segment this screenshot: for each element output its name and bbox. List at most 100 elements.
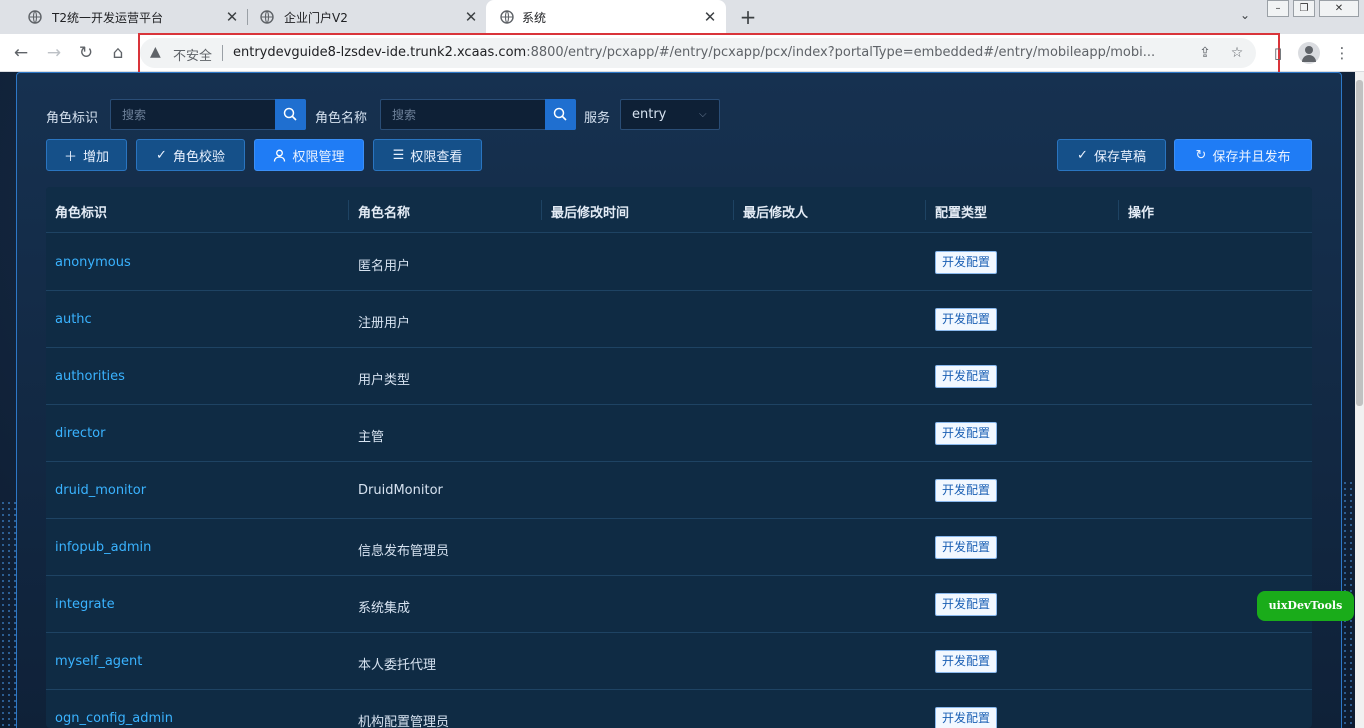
column-header[interactable]: 角色标识	[55, 202, 107, 221]
role-name-cell: 本人委托代理	[358, 658, 437, 673]
devtools-button[interactable]: uixDevTools	[1257, 591, 1354, 621]
table-row[interactable]: authc 注册用户 开发配置	[46, 291, 1312, 348]
url-text[interactable]: entrydevguide8-lzsdev-ide.trunk2.xcaas.c…	[233, 45, 1185, 60]
browser-tab-active[interactable]: 系统 ✕	[486, 0, 726, 34]
save-publish-label: 保存并且发布	[1212, 149, 1291, 165]
table-row[interactable]: druid_monitor DruidMonitor 开发配置	[46, 462, 1312, 519]
config-type-tag: 开发配置	[935, 308, 998, 331]
table-row[interactable]: director 主管 开发配置	[46, 405, 1312, 462]
user-icon	[274, 149, 286, 162]
role-id-link[interactable]: anonymous	[55, 255, 131, 270]
close-window-button[interactable]: ✕	[1319, 0, 1359, 17]
table-row[interactable]: myself_agent 本人委托代理 开发配置	[46, 633, 1312, 690]
config-type-tag: 开发配置	[935, 536, 998, 559]
globe-icon	[260, 10, 274, 24]
new-tab-button[interactable]: +	[737, 6, 759, 28]
table-row[interactable]: anonymous 匿名用户 开发配置	[46, 234, 1312, 291]
table-row[interactable]: ogn_config_admin 机构配置管理员 开发配置	[46, 690, 1312, 728]
back-icon[interactable]: ←	[9, 41, 33, 65]
close-icon[interactable]: ✕	[702, 9, 718, 25]
config-type-tag: 开发配置	[935, 593, 998, 616]
column-divider	[925, 200, 926, 220]
config-type-tag: 开发配置	[935, 251, 998, 274]
save-draft-label: 保存草稿	[1093, 149, 1146, 165]
restore-button[interactable]: ❐	[1293, 0, 1315, 17]
role-id-link[interactable]: authorities	[55, 369, 125, 384]
permission-manage-button[interactable]: 权限管理	[254, 139, 364, 171]
role-name-cell: 系统集成	[358, 601, 411, 616]
star-icon[interactable]: ☆	[1228, 44, 1246, 62]
save-draft-button[interactable]: ✓ 保存草稿	[1057, 139, 1166, 171]
config-type-tag: 开发配置	[935, 422, 998, 445]
role-name-input[interactable]	[381, 100, 545, 129]
search-button[interactable]	[275, 99, 306, 130]
column-divider	[1118, 200, 1119, 220]
tab-title: T2统一开发运营平台	[52, 10, 163, 25]
column-divider	[348, 200, 349, 220]
column-divider	[541, 200, 542, 220]
role-name-search	[380, 99, 576, 130]
url-host: entrydevguide8-lzsdev-ide.trunk2.xcaas.c…	[233, 45, 527, 60]
config-type-tag: 开发配置	[935, 479, 998, 502]
role-name-label: 角色名称	[315, 111, 368, 126]
role-name-cell: 匿名用户	[358, 259, 411, 274]
side-panel-icon[interactable]: ▯	[1268, 41, 1288, 65]
service-label: 服务	[584, 111, 611, 126]
column-header[interactable]: 最后修改时间	[551, 202, 629, 221]
column-header[interactable]: 角色名称	[358, 202, 410, 221]
browser-tab[interactable]: 企业门户V2 ✕	[240, 0, 486, 34]
role-id-link[interactable]: infopub_admin	[55, 540, 151, 555]
column-header[interactable]: 配置类型	[935, 202, 987, 221]
refresh-icon: ↻	[1195, 147, 1207, 163]
role-check-button[interactable]: ✓ 角色校验	[136, 139, 245, 171]
column-header[interactable]: 操作	[1128, 202, 1154, 221]
search-button[interactable]	[545, 99, 576, 130]
divider	[222, 45, 223, 61]
browser-tab-strip: T2统一开发运营平台 ✕ 企业门户V2 ✕ 系统 ✕ + ⌄ – ❐ ✕	[0, 0, 1364, 34]
security-label[interactable]: 不安全	[173, 45, 212, 64]
role-id-input[interactable]	[111, 100, 275, 129]
chevron-down-icon: ⌵	[699, 109, 707, 120]
list-icon: ☰	[392, 147, 405, 163]
home-icon[interactable]: ⌂	[106, 41, 130, 65]
search-icon	[283, 107, 297, 121]
close-icon[interactable]: ✕	[224, 9, 240, 25]
column-header[interactable]: 最后修改人	[743, 202, 808, 221]
add-button[interactable]: ＋ 增加	[46, 139, 127, 171]
chevron-down-icon[interactable]: ⌄	[1236, 8, 1254, 26]
table-row[interactable]: integrate 系统集成 开发配置	[46, 576, 1312, 633]
role-id-link[interactable]: authc	[55, 312, 92, 327]
share-icon[interactable]: ⇪	[1196, 44, 1214, 62]
profile-avatar[interactable]	[1298, 42, 1320, 64]
more-menu-icon[interactable]: ⋮	[1333, 41, 1351, 65]
scrollbar-thumb[interactable]	[1356, 80, 1363, 406]
role-id-link[interactable]: ogn_config_admin	[55, 711, 173, 726]
role-name-cell: 用户类型	[358, 373, 411, 388]
globe-icon	[28, 10, 42, 24]
check-icon: ✓	[1077, 147, 1088, 163]
warning-icon[interactable]: ▲	[150, 44, 161, 60]
globe-icon	[500, 10, 514, 24]
role-id-link[interactable]: integrate	[55, 597, 115, 612]
table-row[interactable]: infopub_admin 信息发布管理员 开发配置	[46, 519, 1312, 576]
reload-icon[interactable]: ↻	[74, 41, 98, 65]
service-select[interactable]: entry ⌵	[620, 99, 720, 130]
forward-icon[interactable]: →	[42, 41, 66, 65]
role-id-link[interactable]: myself_agent	[55, 654, 142, 669]
role-id-link[interactable]: druid_monitor	[55, 483, 146, 498]
minimize-button[interactable]: –	[1267, 0, 1289, 17]
role-name-cell: 注册用户	[358, 316, 411, 331]
role-check-label: 角色校验	[172, 149, 225, 165]
role-id-link[interactable]: director	[55, 426, 105, 441]
tab-title: 企业门户V2	[284, 10, 348, 25]
permission-view-label: 权限查看	[410, 149, 463, 165]
close-icon[interactable]: ✕	[463, 9, 479, 25]
address-bar[interactable]: ▲ 不安全 entrydevguide8-lzsdev-ide.trunk2.x…	[140, 38, 1256, 68]
permission-view-button[interactable]: ☰ 权限查看	[373, 139, 482, 171]
config-type-tag: 开发配置	[935, 707, 998, 728]
save-publish-button[interactable]: ↻ 保存并且发布	[1174, 139, 1312, 171]
browser-tab[interactable]: T2统一开发运营平台 ✕	[8, 0, 246, 34]
role-name-cell: 主管	[358, 430, 385, 445]
config-type-tag: 开发配置	[935, 365, 998, 388]
table-row[interactable]: authorities 用户类型 开发配置	[46, 348, 1312, 405]
